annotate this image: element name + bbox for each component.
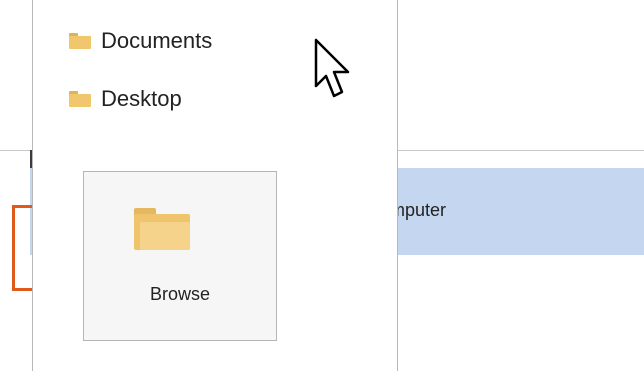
recent-item-label: Desktop xyxy=(101,86,182,111)
recent-item-documents[interactable]: Documents xyxy=(69,28,212,54)
folder-icon xyxy=(134,208,190,250)
folder-icon xyxy=(69,91,91,107)
browse-label: Browse xyxy=(149,284,211,304)
mouse-cursor-icon xyxy=(314,38,350,98)
focus-marker xyxy=(12,205,34,291)
recent-item-desktop[interactable]: Desktop xyxy=(69,86,182,112)
recent-item-label: Documents xyxy=(101,28,213,53)
browse-button[interactable]: Browse xyxy=(83,171,277,341)
folder-icon xyxy=(69,33,91,49)
